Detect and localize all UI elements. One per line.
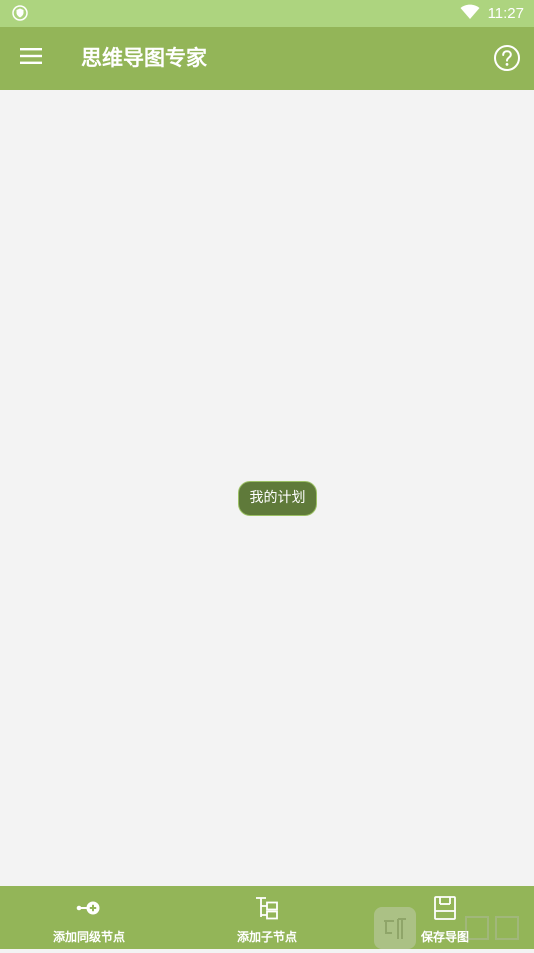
add-child-button[interactable]: 添加子节点 [187,886,347,949]
add-sibling-button[interactable]: 添加同级节点 [9,886,169,949]
help-icon [493,45,521,76]
status-bar: 11:27 [0,0,534,27]
save-icon [431,894,459,922]
root-node[interactable]: 我的计划 [238,481,317,516]
save-map-label: 保存导图 [420,930,469,944]
bottom-toolbar: 添加同级节点 添加子节点 保存导图 [0,886,534,949]
menu-icon [20,47,42,69]
add-child-label: 添加子节点 [236,930,297,944]
app-bar: 思维导图专家 [0,27,534,90]
wifi-icon [460,4,480,24]
page-title: 思维导图专家 [81,46,207,70]
help-button[interactable] [493,44,521,72]
status-time: 11:27 [487,5,524,22]
save-map-button[interactable]: 保存导图 [365,886,525,949]
add-sibling-label: 添加同级节点 [52,930,125,944]
add-child-icon [253,894,281,922]
add-sibling-icon [75,894,103,922]
shield-icon [12,5,28,21]
mind-map-canvas[interactable]: 我的计划 [0,90,534,886]
menu-button[interactable] [14,41,48,75]
